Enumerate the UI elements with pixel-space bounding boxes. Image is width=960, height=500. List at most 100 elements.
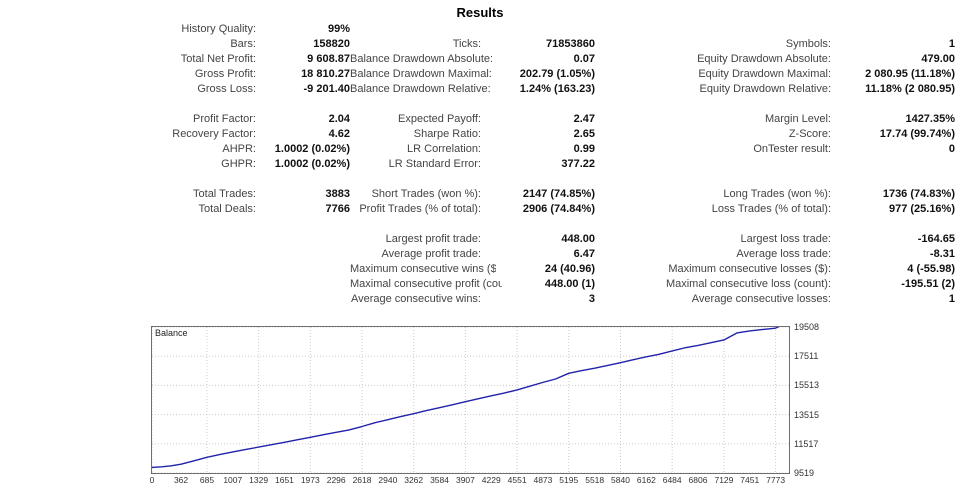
chart-x-axis-labels: 0 362 685 1007 1329 1651 1973 2296 2618 2940 3262 3… <box>149 475 791 493</box>
stats-row: GHPR: 1.0002 (0.02%) LR Standard Error: 377… <box>0 157 960 172</box>
stat-value: 7766 <box>325 203 350 215</box>
stat-value: 1736 (74.83%) <box>882 188 955 200</box>
stat-label: Bars: <box>230 38 256 50</box>
stat-label: Maximum consecutive losses ($): <box>668 263 831 275</box>
page-title: Results <box>456 5 504 20</box>
x-axis-tick-label: 685 <box>199 475 215 485</box>
stats-row: Recovery Factor: 4.62 Sharpe Ratio: 2.65 Z-S… <box>0 127 960 142</box>
stats-cell-left: GHPR: 1.0002 (0.02%) <box>0 157 350 172</box>
stat-value: 11.18% (2 080.95) <box>865 83 955 95</box>
x-axis-tick-label: 5840 <box>611 475 630 485</box>
stats-cell-right <box>595 157 955 172</box>
stat-value: 1.0002 (0.02%) <box>274 143 350 155</box>
stat-value: 24 (40.96) <box>544 263 595 275</box>
stats-cell-right: Largest loss trade: -164.65 <box>595 232 956 247</box>
results-report: Results History Quality: 99% Bars: 158820 Ti… <box>0 0 960 500</box>
stat-value: 2.04 <box>328 113 350 125</box>
stats-cell-left <box>0 232 350 247</box>
stats-cell-middle: Balance Drawdown Relative: 1.24% (163.23) <box>350 82 595 97</box>
x-axis-tick-label: 5518 <box>585 475 605 485</box>
stat-label: Ticks: <box>452 38 481 50</box>
stats-cell-left <box>0 292 350 307</box>
stats-cell-middle: Profit Trades (% of total): 2906 (74.84%) <box>350 202 595 217</box>
x-axis-tick-label: 3584 <box>430 475 449 485</box>
stats-cell-left: Total Deals: 7766 <box>0 202 350 217</box>
stat-label: Profit Factor: <box>193 113 256 125</box>
stat-value: 2.65 <box>573 128 595 140</box>
stat-value: 0 <box>948 143 955 155</box>
stats-cell-middle: Balance Drawdown Absolute: 0.07 <box>350 52 595 67</box>
stats-cell-middle: Average consecutive wins: 3 <box>350 292 595 307</box>
stats-block-separator <box>0 97 960 112</box>
stats-row: Bars: 158820 Ticks: 71853860 Symbols: 1 <box>0 37 960 52</box>
stats-cell-right: Loss Trades (% of total): 977 (25.16%) <box>595 202 955 217</box>
stats-row: AHPR: 1.0002 (0.02%) LR Correlation: 0.99 On… <box>0 142 960 157</box>
balance-line <box>152 327 780 469</box>
x-axis-tick-label: 2940 <box>378 475 398 485</box>
stat-label: Sharpe Ratio: <box>413 128 481 140</box>
stat-label: Average loss trade: <box>736 248 831 260</box>
stat-label: LR Correlation: <box>407 143 481 155</box>
x-axis-tick-label: 362 <box>173 475 189 485</box>
y-axis-tick-label: 9519 <box>794 468 815 478</box>
stat-label: Symbols: <box>785 38 831 50</box>
stat-value: 3 <box>588 293 595 305</box>
stat-label: Loss Trades (% of total): <box>711 203 831 215</box>
x-axis-tick-label: 7129 <box>714 475 734 485</box>
stats-row: History Quality: 99% <box>0 22 960 37</box>
stats-row: Total Trades: 3883 Short Trades (won %): 21… <box>0 187 960 202</box>
stats-row: Total Net Profit: 9 608.87 Balance Drawdow… <box>0 52 960 67</box>
x-axis-tick-label: 2296 <box>326 475 346 485</box>
stats-block-separator <box>0 172 960 187</box>
stats-row: Average consecutive wins: 3 Average consec… <box>0 292 960 307</box>
stats-cell-middle: Expected Payoff: 2.47 <box>350 112 595 127</box>
stat-value: 99% <box>327 23 350 35</box>
x-axis-tick-label: 2618 <box>352 475 372 485</box>
x-axis-tick-label: 7451 <box>740 475 760 485</box>
x-axis-tick-label: 0 <box>149 475 155 485</box>
stat-label: Profit Trades (% of total): <box>359 203 481 215</box>
stat-label: Average consecutive wins: <box>350 293 481 305</box>
stat-label: Z-Score: <box>788 128 831 140</box>
stat-label: History Quality: <box>181 23 256 35</box>
stats-cell-middle: Balance Drawdown Maximal: 202.79 (1.05%) <box>350 67 595 82</box>
stats-cell-right: Equity Drawdown Absolute: 479.00 <box>595 52 955 67</box>
stats-cell-right: Equity Drawdown Relative: 11.18% (2 080.9… <box>595 82 955 97</box>
stats-cell-right: Long Trades (won %): 1736 (74.83%) <box>595 187 955 202</box>
stat-label: Balance Drawdown Absolute: <box>350 53 493 65</box>
stats-cell-middle: Ticks: 71853860 <box>350 37 595 52</box>
stats-cell-left: Bars: 158820 <box>0 37 350 52</box>
stat-label: Equity Drawdown Maximal: <box>698 68 831 80</box>
stat-value: 9 608.87 <box>307 53 350 65</box>
stats-cell-left <box>0 277 350 292</box>
stats-cell-right: Maximal consecutive loss (count): -195.51… <box>595 277 955 292</box>
x-axis-tick-label: 4229 <box>481 475 501 485</box>
stats-cell-right: Symbols: 1 <box>595 37 955 52</box>
stats-cell-right: Average consecutive losses: 1 <box>595 292 955 307</box>
stats-block-separator <box>0 217 960 232</box>
stat-value: 448.00 (1) <box>544 278 595 290</box>
stat-value: 2147 (74.85%) <box>522 188 595 200</box>
stat-label: Equity Drawdown Relative: <box>699 83 831 95</box>
x-axis-tick-label: 5195 <box>559 475 579 485</box>
stats-cell-right: Average loss trade: -8.31 <box>595 247 955 262</box>
stat-label: Long Trades (won %): <box>723 188 831 200</box>
stat-value: 479.00 <box>921 53 955 65</box>
stats-cell-middle: Maximum consecutive wins ($): 24 (40.96) <box>350 262 595 277</box>
stats-cell-left: Gross Loss: -9 201.40 <box>0 82 350 97</box>
stats-cell-middle: Largest profit trade: 448.00 <box>350 232 595 247</box>
x-axis-tick-label: 1329 <box>249 475 269 485</box>
stat-label: Largest loss trade: <box>740 233 832 245</box>
stats-cell-right: Maximum consecutive losses ($): 4 (-55.98… <box>595 262 955 277</box>
stat-label: Total Trades: <box>193 188 256 200</box>
stats-cell-right: Margin Level: 1427.35% <box>595 112 955 127</box>
stat-label: Recovery Factor: <box>172 128 256 140</box>
stat-value: 3883 <box>325 188 350 200</box>
stat-value: 1 <box>948 293 955 305</box>
stat-value: 2.47 <box>573 113 595 125</box>
stat-value: 18 810.27 <box>301 68 350 80</box>
stat-value: 17.74 (99.74%) <box>879 128 955 140</box>
stats-cell-middle: LR Correlation: 0.99 <box>350 142 595 157</box>
stats-cell-left: Total Trades: 3883 <box>0 187 350 202</box>
stats-cell-middle: Maximal consecutive profit (count): 448.0… <box>350 277 595 292</box>
